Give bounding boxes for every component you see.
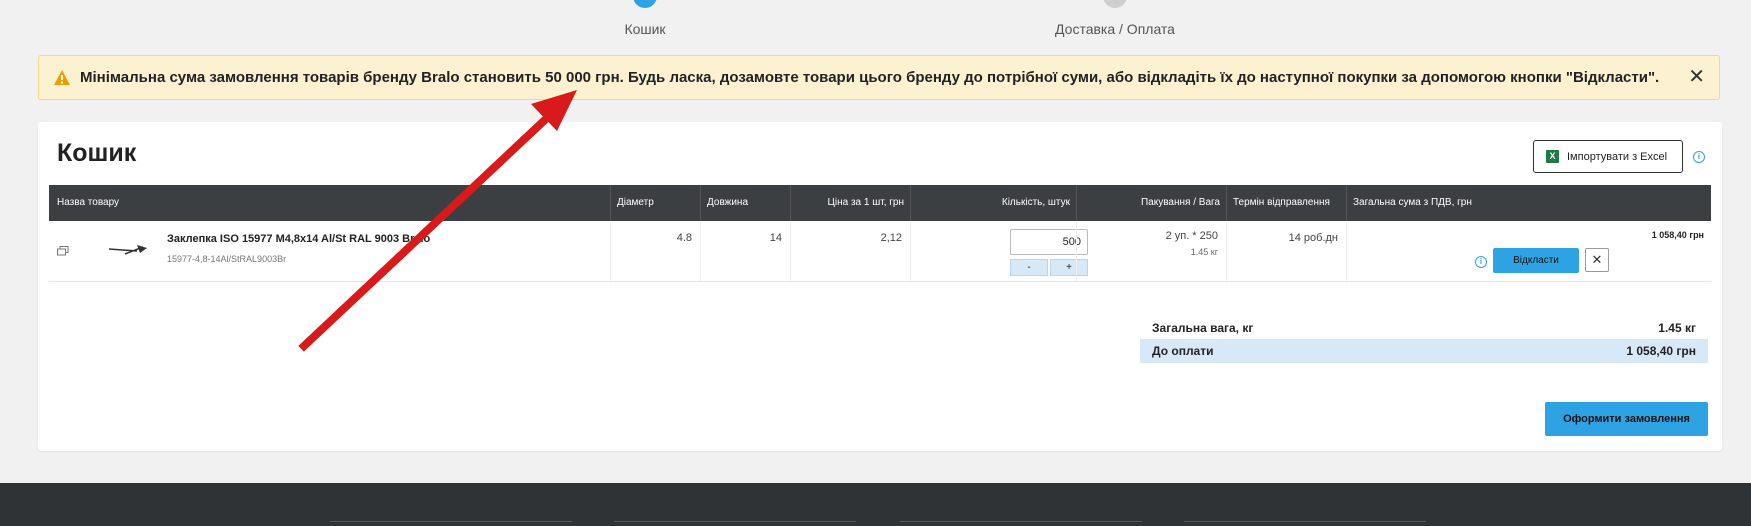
col-length: Довжина [700, 185, 790, 221]
quantity-decrease-button[interactable]: - [1010, 259, 1048, 276]
defer-button[interactable]: Відкласти [1493, 248, 1579, 273]
cell-length: 14 [700, 221, 790, 281]
col-quantity: Кількість, штук [910, 185, 1076, 221]
diameter-value: 4.8 [676, 232, 692, 244]
cart-card: Кошик X Імпортувати з Excel i Назва това… [38, 122, 1722, 451]
excel-icon: X [1546, 150, 1559, 163]
cell-packaging: 2 уп. * 250 1.45 кг [1076, 221, 1226, 281]
step-cart-dot [633, 0, 657, 8]
min-order-alert: Мінімальна сума замовлення товарів бренд… [38, 55, 1720, 100]
summary-weight: Загальна вага, кг 1.45 кг [1140, 316, 1708, 340]
row-total-value: 1 058,40 грн [1651, 230, 1704, 240]
product-code: 15977-4,8-14Al/StRAL9003Br [167, 254, 287, 264]
weight-value: 1.45 кг [1190, 247, 1218, 257]
footer-divider [900, 521, 1142, 522]
table-header: Назва товару Діаметр Довжина Ціна за 1 ш… [49, 185, 1711, 221]
shipping-value: 14 роб.дн [1288, 232, 1338, 244]
alert-close-icon[interactable]: ✕ [1688, 66, 1705, 88]
cell-shipping: 14 роб.дн [1226, 221, 1346, 281]
packaging-value: 2 уп. * 250 [1165, 230, 1218, 242]
col-shipping: Термін відправлення [1226, 185, 1346, 221]
col-name: Назва товару [57, 197, 120, 208]
product-thumbnail[interactable] [107, 241, 149, 259]
compare-icon[interactable] [57, 246, 69, 256]
summary-weight-value: 1.45 кг [1658, 321, 1696, 335]
footer-divider [1184, 521, 1426, 522]
import-excel-label: Імпортувати з Excel [1567, 151, 1668, 163]
col-packaging: Пакування / Вага [1076, 185, 1226, 221]
checkout-button[interactable]: Оформити замовлення [1545, 402, 1708, 436]
page-title: Кошик [57, 139, 137, 167]
cell-product: Заклепка ISO 15977 M4,8x14 Al/St RAL 900… [49, 221, 610, 281]
table-row: Заклепка ISO 15977 M4,8x14 Al/St RAL 900… [49, 221, 1711, 282]
summary-total: До оплати 1 058,40 грн [1140, 339, 1708, 363]
import-excel-button[interactable]: X Імпортувати з Excel [1533, 140, 1683, 173]
summary-total-label: До оплати [1152, 344, 1214, 358]
alert-message: Мінімальна сума замовлення товарів бренд… [80, 69, 1660, 86]
summary-weight-label: Загальна вага, кг [1152, 321, 1254, 335]
step-delivery-label: Доставка / Оплата [1055, 21, 1175, 37]
col-price: Ціна за 1 шт, грн [790, 185, 910, 221]
col-diameter: Діаметр [610, 185, 700, 221]
cell-quantity: 500 - + [910, 221, 1088, 281]
footer-divider [614, 521, 856, 522]
remove-item-button[interactable]: ✕ [1585, 248, 1609, 272]
footer-divider [330, 521, 572, 522]
cell-total: 1 058,40 грн i Відкласти ✕ [1346, 221, 1711, 281]
defer-info-icon[interactable]: i [1475, 256, 1487, 268]
warning-icon [54, 70, 70, 85]
step-delivery-dot [1103, 0, 1127, 8]
length-value: 14 [769, 232, 782, 244]
col-total: Загальна сума з ПДВ, грн [1346, 185, 1711, 221]
summary-total-value: 1 058,40 грн [1626, 344, 1696, 358]
footer [0, 483, 1751, 526]
cell-price: 2,12 [790, 221, 910, 281]
import-info-icon[interactable]: i [1693, 151, 1705, 163]
price-value: 2,12 [880, 232, 902, 244]
cell-diameter: 4.8 [610, 221, 700, 281]
step-cart-label: Кошик [624, 21, 666, 37]
product-name[interactable]: Заклепка ISO 15977 M4,8x14 Al/St RAL 900… [167, 233, 430, 245]
